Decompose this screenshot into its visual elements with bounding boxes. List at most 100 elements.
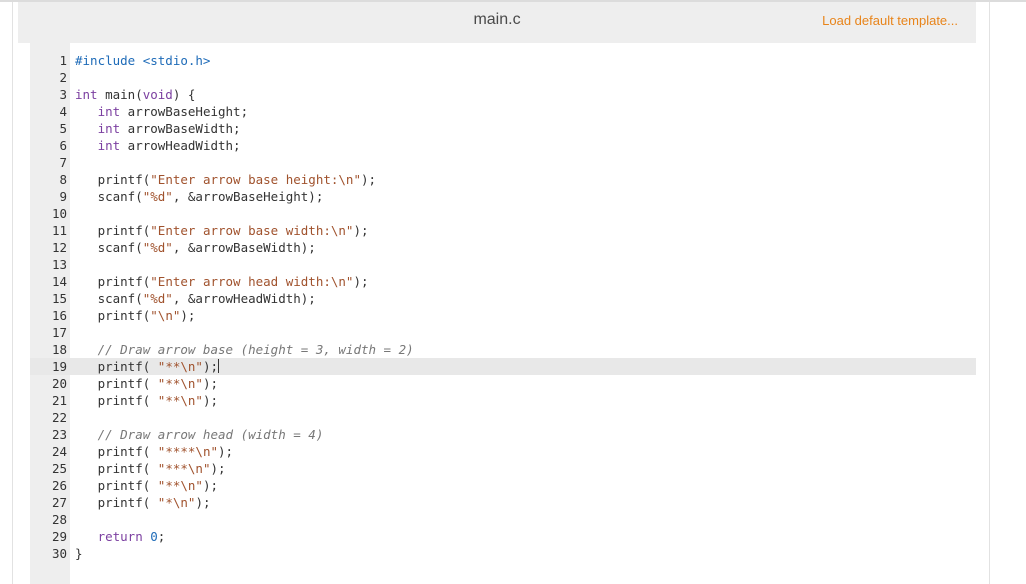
code-token: );	[202, 359, 219, 374]
line-number: 22	[51, 410, 67, 425]
code-text[interactable]: int main(void) {	[75, 86, 195, 103]
code-line[interactable]: 17	[30, 324, 976, 341]
code-line[interactable]: 22	[30, 409, 976, 426]
line-number: 5	[59, 121, 67, 136]
code-text[interactable]: printf( "***\n");	[75, 460, 226, 477]
code-text[interactable]: #include <stdio.h>	[75, 52, 210, 69]
code-token: );	[202, 478, 219, 493]
code-line[interactable]: 6 int arrowHeadWidth;	[30, 137, 976, 154]
code-token: "*\n"	[157, 495, 196, 510]
code-line[interactable]: 5 int arrowBaseWidth;	[30, 120, 976, 137]
code-line[interactable]: 10	[30, 205, 976, 222]
code-line[interactable]: 8 printf("Enter arrow base height:\n");	[30, 171, 976, 188]
code-text[interactable]: printf( "**\n");	[75, 375, 218, 392]
code-line[interactable]: 29 return 0;	[30, 528, 976, 545]
code-line[interactable]: 27 printf( "*\n");	[30, 494, 976, 511]
code-token: printf(	[75, 376, 158, 391]
code-text[interactable]: printf( "**\n");	[75, 477, 218, 494]
code-line[interactable]: 3 int main(void) {	[30, 86, 976, 103]
code-token: , &arrowBaseWidth);	[172, 240, 316, 255]
code-text[interactable]: printf("Enter arrow head width:\n");	[75, 273, 369, 290]
code-editor[interactable]: 1 #include <stdio.h> 2 3 int main(void) {4 i…	[30, 52, 976, 562]
line-number: 2	[59, 70, 67, 85]
code-line[interactable]: 14 printf("Enter arrow head width:\n");	[30, 273, 976, 290]
code-line[interactable]: 4 int arrowBaseHeight;	[30, 103, 976, 120]
code-text[interactable]: printf( "**\n");	[75, 358, 220, 375]
code-token: );	[202, 393, 219, 408]
code-token: scanf(	[75, 240, 143, 255]
code-line[interactable]: 15 scanf("%d", &arrowHeadWidth);	[30, 290, 976, 307]
code-token: int	[97, 121, 121, 136]
code-token: printf(	[75, 274, 151, 289]
code-text[interactable]: printf("\n");	[75, 307, 196, 324]
code-token: // Draw arrow base (height = 3, width = …	[97, 342, 414, 357]
code-text[interactable]: printf("Enter arrow base width:\n");	[75, 222, 369, 239]
line-number: 11	[51, 223, 67, 238]
line-number: 18	[51, 342, 67, 357]
code-line[interactable]: 25 printf( "***\n");	[30, 460, 976, 477]
code-token: "Enter arrow base height:\n"	[150, 172, 361, 187]
code-text[interactable]: // Draw arrow head (width = 4)	[75, 426, 324, 443]
code-token: printf(	[75, 495, 158, 510]
line-number: 7	[59, 155, 67, 170]
code-line[interactable]: 7	[30, 154, 976, 171]
code-text[interactable]: printf( "**\n");	[75, 392, 218, 409]
code-token: scanf(	[75, 291, 143, 306]
code-token: "**\n"	[157, 393, 203, 408]
code-text[interactable]: int arrowHeadWidth;	[75, 137, 241, 154]
line-number: 23	[51, 427, 67, 442]
line-number: 26	[51, 478, 67, 493]
code-text[interactable]: int arrowBaseHeight;	[75, 103, 249, 120]
code-token: "%d"	[142, 291, 173, 306]
load-default-template-link[interactable]: Load default template...	[822, 13, 958, 28]
line-number: 12	[51, 240, 67, 255]
code-line[interactable]: 12 scanf("%d", &arrowBaseWidth);	[30, 239, 976, 256]
code-line[interactable]: 19 printf( "**\n");	[30, 358, 976, 375]
code-text[interactable]: scanf("%d", &arrowBaseWidth);	[75, 239, 316, 256]
code-token: );	[195, 495, 211, 510]
code-token: printf(	[75, 359, 158, 374]
code-token: "Enter arrow base width:\n"	[150, 223, 354, 238]
line-number: 25	[51, 461, 67, 476]
code-token: main(	[97, 87, 143, 102]
code-line[interactable]: 9 scanf("%d", &arrowBaseHeight);	[30, 188, 976, 205]
line-number: 24	[51, 444, 67, 459]
code-token: printf(	[75, 478, 158, 493]
code-token: arrowHeadWidth;	[120, 138, 241, 153]
code-line[interactable]: 30}	[30, 545, 976, 562]
code-line[interactable]: 16 printf("\n");	[30, 307, 976, 324]
code-line[interactable]: 28	[30, 511, 976, 528]
code-token: "***\n"	[157, 461, 211, 476]
code-text[interactable]: }	[75, 545, 83, 562]
code-text[interactable]: printf( "****\n");	[75, 443, 234, 460]
code-text[interactable]: // Draw arrow base (height = 3, width = …	[75, 341, 414, 358]
line-number: 6	[59, 138, 67, 153]
code-text[interactable]: scanf("%d", &arrowBaseHeight);	[75, 188, 324, 205]
code-text[interactable]: return 0;	[75, 528, 166, 545]
line-number: 28	[51, 512, 67, 527]
code-text[interactable]: printf( "*\n");	[75, 494, 211, 511]
code-line[interactable]: 20 printf( "**\n");	[30, 375, 976, 392]
code-line[interactable]: 2	[30, 69, 976, 86]
code-line[interactable]: 21 printf( "**\n");	[30, 392, 976, 409]
code-token: "%d"	[142, 189, 173, 204]
code-token: printf(	[75, 223, 151, 238]
code-line[interactable]: 23 // Draw arrow head (width = 4)	[30, 426, 976, 443]
code-token: , &arrowHeadWidth);	[172, 291, 316, 306]
line-number: 16	[51, 308, 67, 323]
code-line[interactable]: 13	[30, 256, 976, 273]
code-token: int	[75, 87, 98, 102]
code-line[interactable]: 26 printf( "**\n");	[30, 477, 976, 494]
code-token: printf(	[75, 461, 158, 476]
code-line[interactable]: 24 printf( "****\n");	[30, 443, 976, 460]
code-token: printf(	[75, 308, 151, 323]
line-number: 15	[51, 291, 67, 306]
code-text[interactable]: scanf("%d", &arrowHeadWidth);	[75, 290, 316, 307]
code-text[interactable]: int arrowBaseWidth;	[75, 120, 241, 137]
code-line[interactable]: 11 printf("Enter arrow base width:\n");	[30, 222, 976, 239]
code-text[interactable]: printf("Enter arrow base height:\n");	[75, 171, 376, 188]
code-line[interactable]: 1 #include <stdio.h>	[30, 52, 976, 69]
code-line[interactable]: 18 // Draw arrow base (height = 3, width…	[30, 341, 976, 358]
